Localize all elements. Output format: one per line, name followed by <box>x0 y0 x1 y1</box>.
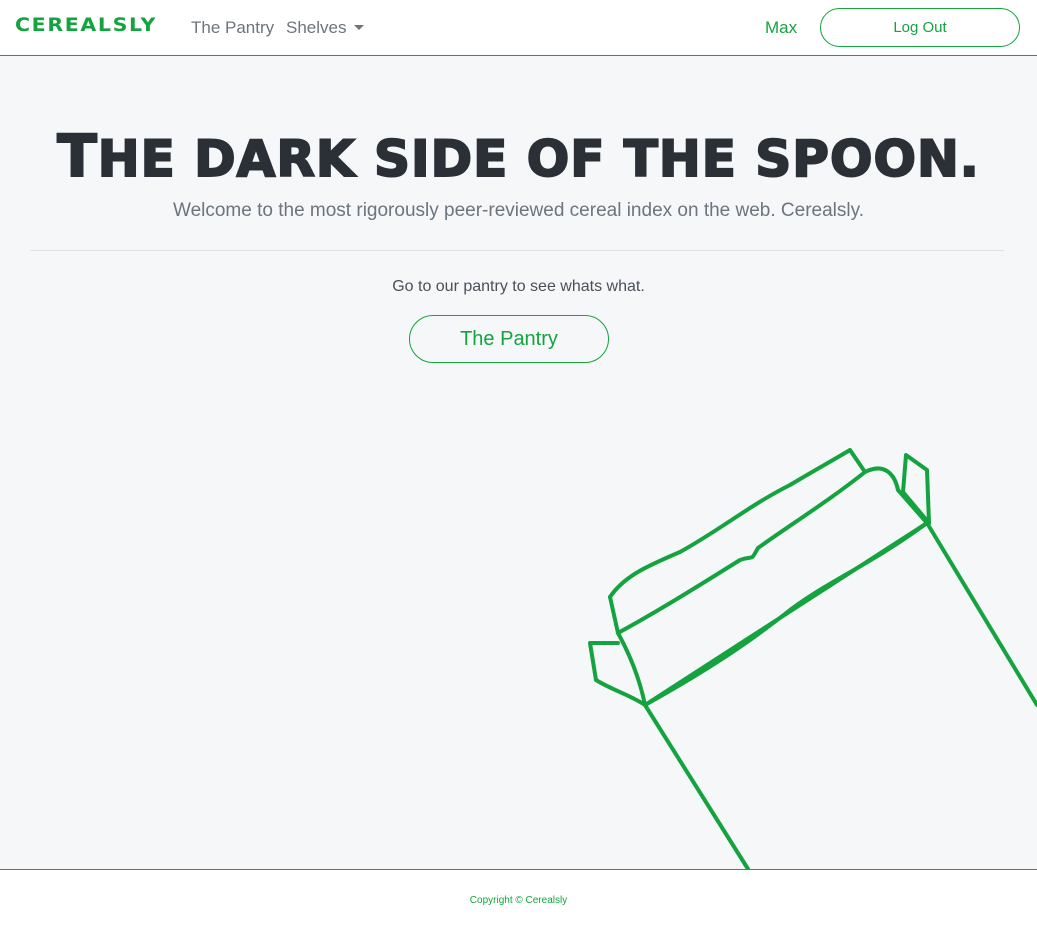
chevron-down-icon <box>354 25 365 30</box>
page-footer: Copyright © Cerealsly <box>0 869 1037 929</box>
hero-title: THE DARK SIDE OF THE SPOON. <box>0 121 1037 191</box>
box-top-flap-side <box>608 595 620 635</box>
box-right-tab <box>901 453 931 525</box>
nav-link-pantry[interactable]: The Pantry <box>191 18 274 38</box>
pantry-prompt: Go to our pantry to see whats what. <box>392 278 645 295</box>
box-left-tab <box>588 641 647 707</box>
box-front-flap <box>616 521 929 707</box>
box-left-edge <box>643 703 750 871</box>
hero-title-rest: HE DARK SIDE OF THE SPOON. <box>97 129 980 189</box>
logout-button[interactable]: Log Out <box>820 8 1020 47</box>
brand-logo[interactable]: CEREALSLY <box>15 14 157 36</box>
hero-divider <box>30 250 1004 251</box>
shelves-label: Shelves <box>286 18 347 37</box>
nav-dropdown-shelves[interactable]: Shelves <box>286 18 365 38</box>
box-top-rim <box>643 521 929 707</box>
hero-lead: Welcome to the most rigorously peer-revi… <box>172 200 864 221</box>
box-right-edge <box>925 521 1037 707</box>
footer-copyright: Copyright © Cerealsly <box>469 895 568 906</box>
hero-title-initial: T <box>56 121 98 191</box>
pantry-button[interactable]: The Pantry <box>409 315 609 363</box>
nav-user-link[interactable]: Max <box>765 18 797 38</box>
box-back-flap <box>616 466 929 635</box>
top-navbar: CEREALSLY The Pantry Shelves Max Log Out <box>0 0 1037 56</box>
box-top-flap <box>608 448 867 599</box>
